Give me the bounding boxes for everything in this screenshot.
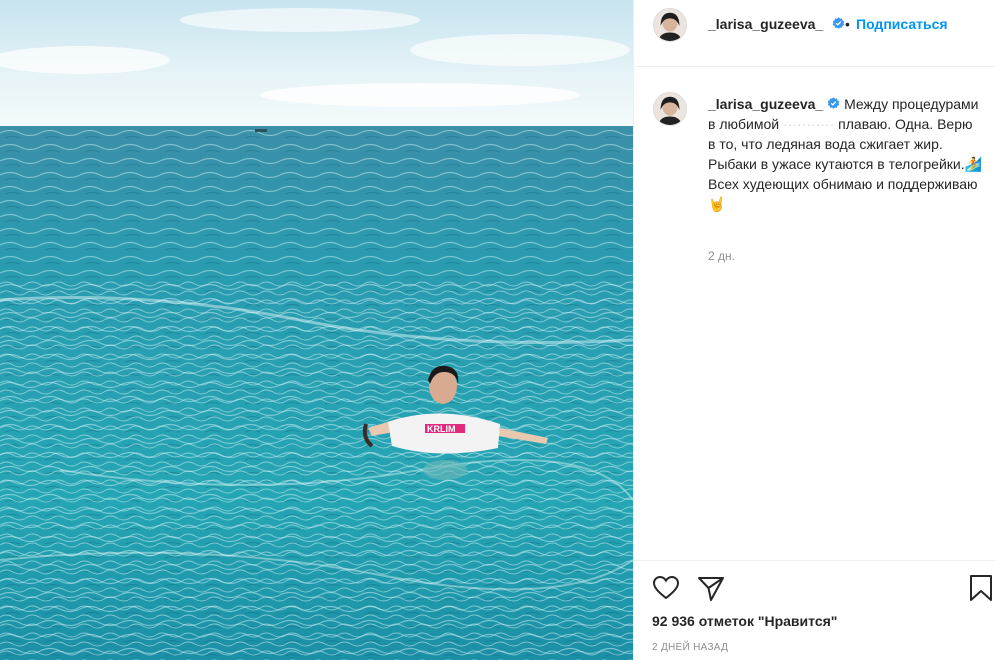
header-username-block: _larisa_guzeeva_ <box>708 16 845 34</box>
heart-icon[interactable] <box>651 573 681 603</box>
likes-count[interactable]: 92 936 отметок "Нравится" <box>652 613 837 629</box>
sea-photo-image: KRLIM <box>0 0 633 660</box>
post-photo[interactable]: KRLIM <box>0 0 633 660</box>
follow-button[interactable]: Подписаться <box>856 16 948 32</box>
svg-text:KRLIM: KRLIM <box>427 424 456 434</box>
verified-badge-icon <box>828 97 840 109</box>
rock-hand-emoji: 🤘 <box>708 196 726 212</box>
verified-badge-icon <box>832 17 844 29</box>
bookmark-icon[interactable] <box>966 573 995 603</box>
surf-emoji: 🏄 <box>964 156 983 172</box>
caption-username[interactable]: _larisa_guzeeva_ <box>708 96 823 112</box>
header-username[interactable]: _larisa_guzeeva_ <box>708 16 823 32</box>
post-header: _larisa_guzeeva_ • Подписаться <box>634 0 995 67</box>
separator-dot: • <box>845 16 850 32</box>
post-date[interactable]: 2 дней назад <box>652 642 728 653</box>
caption-blurred: ··········· <box>782 116 835 132</box>
actions-bar: 92 936 отметок "Нравится" 2 дней назад <box>634 560 995 661</box>
share-plane-icon[interactable] <box>696 573 726 603</box>
caption-body-3: Всех худеющих обнимаю и поддерживаю <box>708 176 978 192</box>
caption-timestamp[interactable]: 2 дн. <box>708 249 735 263</box>
caption-text: _larisa_guzeeva_ Между процедурами в люб… <box>708 94 983 214</box>
caption-avatar[interactable] <box>653 92 687 126</box>
post-side-panel: _larisa_guzeeva_ • Подписаться _larisa_g… <box>633 0 995 660</box>
avatar[interactable] <box>653 8 687 42</box>
